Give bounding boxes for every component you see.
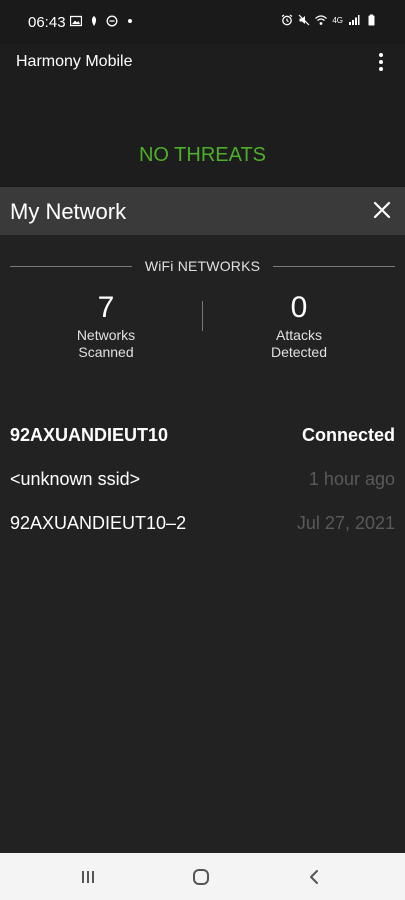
app-header: Harmony Mobile NO THREATS bbox=[0, 44, 405, 186]
status-left-icons bbox=[70, 15, 136, 27]
network-status: 1 hour ago bbox=[308, 469, 395, 489]
recents-icon[interactable] bbox=[76, 865, 100, 889]
network-row[interactable]: <unknown ssid> 1 hour ago bbox=[10, 467, 395, 511]
dot-icon bbox=[128, 19, 132, 23]
stat-label-line: Attacks bbox=[276, 327, 322, 343]
network-row[interactable]: 92AXUANDIEUT10 Connected bbox=[10, 423, 395, 467]
stat-label: Attacks Detected bbox=[229, 327, 369, 361]
wifi-networks-heading: WiFi NETWORKS bbox=[10, 257, 395, 277]
mute-icon bbox=[298, 14, 310, 26]
stat-networks-scanned: 7 Networks Scanned bbox=[36, 291, 176, 361]
stat-label: Networks Scanned bbox=[36, 327, 176, 361]
battery-icon bbox=[368, 14, 375, 26]
system-nav-bar bbox=[0, 853, 405, 900]
stat-value: 7 bbox=[97, 291, 115, 324]
status-right-icons: 4G bbox=[281, 14, 377, 26]
home-icon[interactable] bbox=[189, 865, 213, 889]
app-title: Harmony Mobile bbox=[16, 53, 133, 70]
network-name: <unknown ssid> bbox=[10, 469, 141, 489]
divider bbox=[273, 266, 395, 267]
stat-label-line: Networks bbox=[76, 327, 136, 343]
stat-value: 0 bbox=[290, 291, 308, 324]
more-vert-icon[interactable] bbox=[371, 52, 391, 72]
wifi-icon bbox=[315, 15, 328, 25]
gallery-icon bbox=[70, 15, 82, 27]
network-row[interactable]: 92AXUANDIEUT10–2 Jul 27, 2021 bbox=[10, 511, 395, 555]
status-bar: 06:43 4G bbox=[0, 0, 405, 44]
stat-label-line: Detected bbox=[270, 344, 328, 360]
notification-app-icon bbox=[91, 16, 97, 26]
my-network-header: My Network bbox=[0, 187, 405, 235]
my-network-panel: WiFi NETWORKS 7 Networks Scanned 0 Attac… bbox=[0, 235, 405, 853]
network-status: Connected bbox=[301, 425, 395, 445]
network-list: 92AXUANDIEUT10 Connected <unknown ssid> … bbox=[10, 423, 395, 555]
stat-label-line: Scanned bbox=[78, 344, 134, 360]
stat-attacks-detected: 0 Attacks Detected bbox=[229, 291, 369, 361]
stat-divider bbox=[202, 301, 203, 331]
status-time: 06:43 bbox=[28, 14, 66, 31]
threat-status: NO THREATS bbox=[138, 144, 267, 166]
signal-icon bbox=[349, 15, 360, 25]
network-stats: 7 Networks Scanned 0 Attacks Detected bbox=[0, 291, 405, 371]
network-type-label: 4G bbox=[332, 15, 343, 25]
close-icon[interactable] bbox=[373, 201, 391, 219]
network-name: 92AXUANDIEUT10 bbox=[10, 425, 169, 445]
network-name: 92AXUANDIEUT10–2 bbox=[10, 513, 187, 533]
network-status: Jul 27, 2021 bbox=[296, 513, 395, 533]
my-network-title: My Network bbox=[10, 199, 127, 224]
minus-circle-icon bbox=[106, 15, 118, 27]
back-icon[interactable] bbox=[302, 865, 326, 889]
alarm-icon bbox=[281, 14, 293, 26]
